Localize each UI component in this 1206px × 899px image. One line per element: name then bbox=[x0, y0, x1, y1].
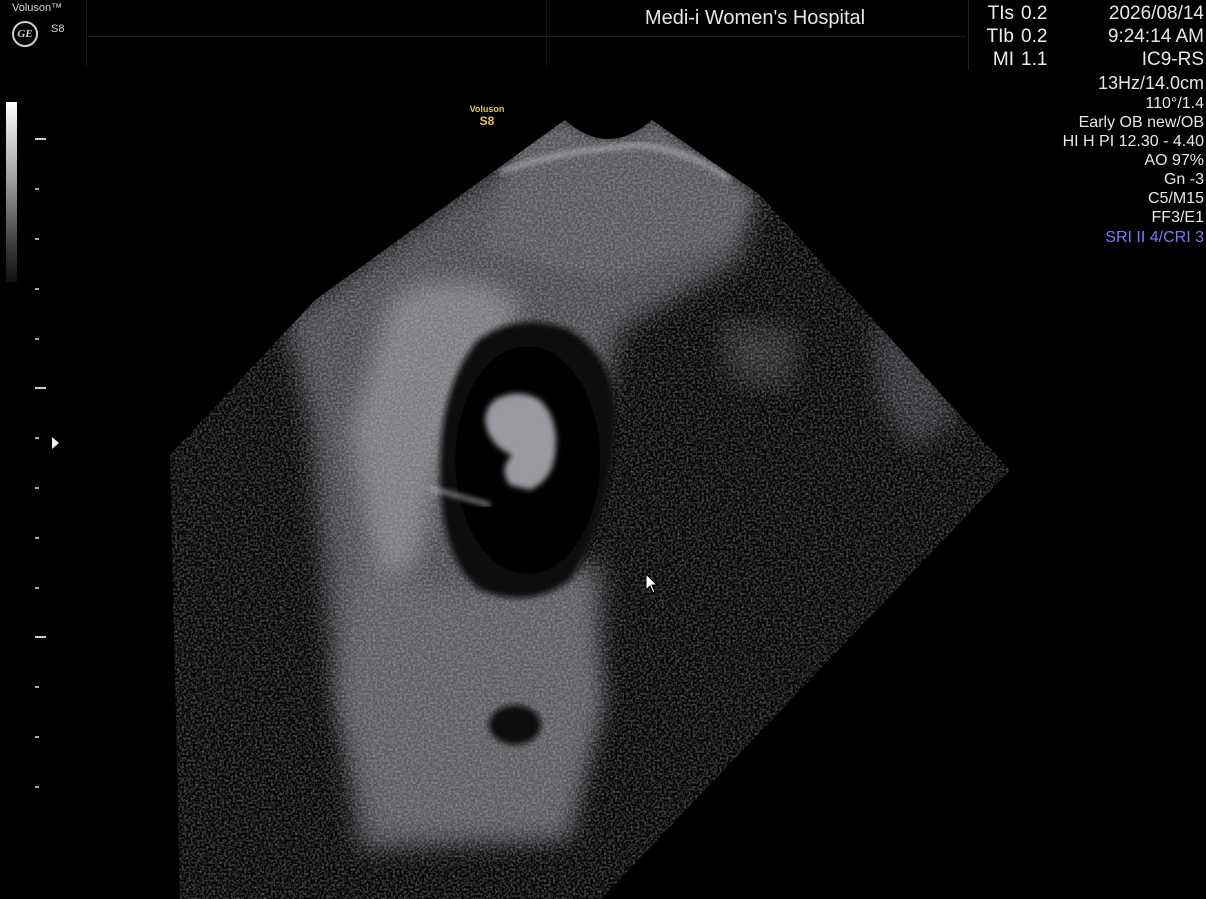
probe-label-line2: S8 bbox=[479, 114, 495, 128]
mouse-pointer-icon bbox=[645, 573, 659, 594]
probe-label-line1: Voluson bbox=[469, 104, 505, 114]
probe-label: Voluson S8 bbox=[462, 104, 512, 128]
ultrasound-screen: Voluson™ GE S8 Medi-i Women's Hospital T… bbox=[0, 0, 1206, 899]
ultrasound-image[interactable] bbox=[0, 0, 1206, 899]
